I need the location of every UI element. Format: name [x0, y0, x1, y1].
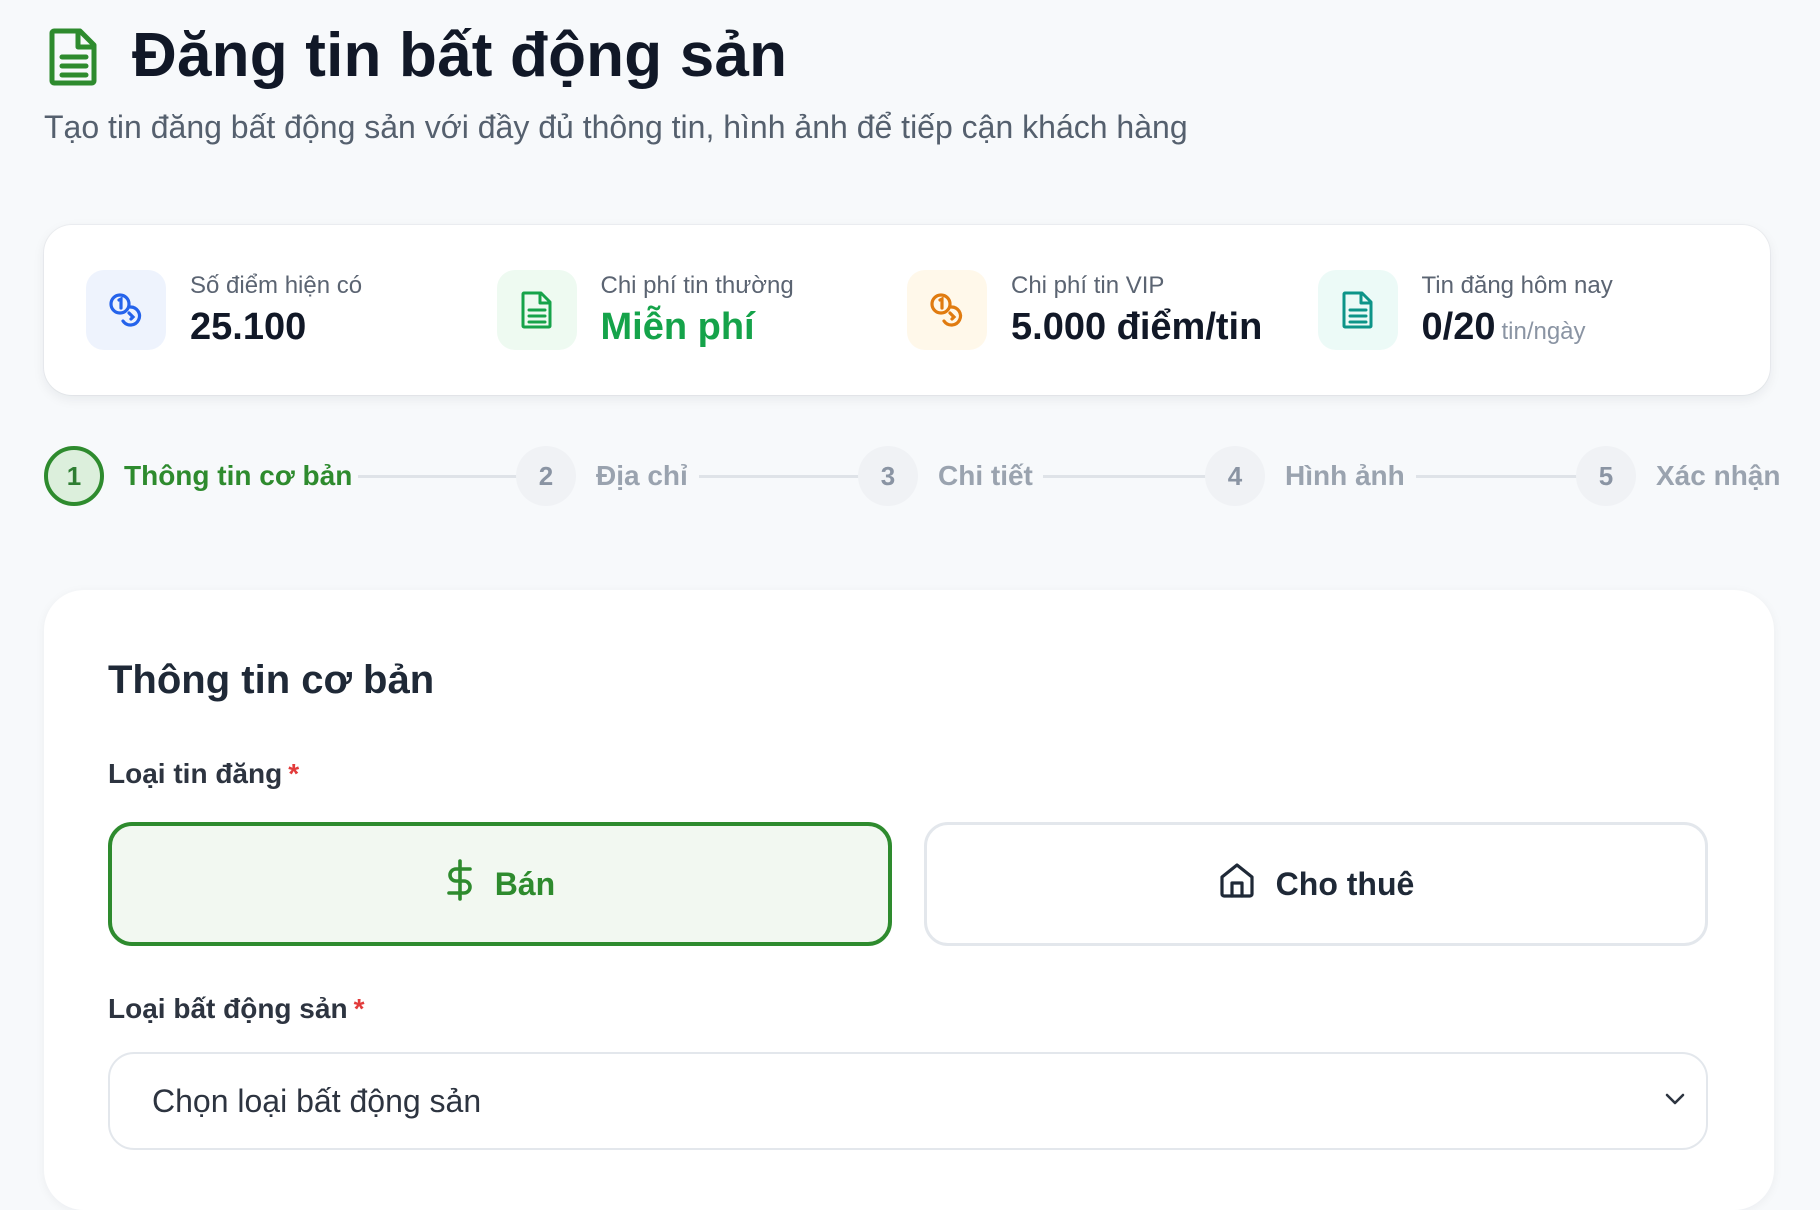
step-address[interactable]: 2 Địa chỉ — [516, 443, 688, 509]
coins-icon — [907, 270, 987, 350]
step-label: Xác nhận — [1656, 460, 1781, 491]
chevron-down-icon — [1664, 1092, 1686, 1111]
coins-icon — [86, 270, 166, 350]
stat-vip-cost-text: Chi phí tin VIP 5.000 điểm/tin — [1011, 272, 1262, 349]
step-number: 4 — [1205, 446, 1265, 506]
dollar-icon — [445, 859, 475, 909]
listing-type-rent-button[interactable]: Cho thuê — [924, 822, 1708, 946]
document-icon — [1317, 270, 1398, 350]
listing-type-rent-label: Cho thuê — [1275, 865, 1415, 902]
stat-value: 25.100 — [190, 305, 307, 348]
stat-points-text: Số điểm hiện có 25.100 — [190, 272, 362, 349]
stat-value: 0/20 tin/ngày — [1422, 306, 1613, 349]
stat-today-posts: Tin đăng hôm nay 0/20 tin/ngày — [1317, 270, 1729, 350]
stat-today-posts-text: Tin đăng hôm nay 0/20 tin/ngày — [1422, 272, 1613, 349]
property-type-select-value: Chọn loại bất động sản — [152, 1082, 482, 1119]
step-images[interactable]: 4 Hình ảnh — [1205, 443, 1405, 509]
page-header: Đăng tin bất động sản Tạo tin đăng bất đ… — [44, 20, 1776, 146]
step-number: 3 — [858, 446, 918, 506]
step-label: Địa chỉ — [596, 460, 688, 491]
step-connector — [358, 475, 530, 478]
step-number: 2 — [516, 446, 576, 506]
stat-normal-cost: Chi phí tin thường Miễn phí — [496, 270, 908, 350]
stat-value-number: 0/20 — [1421, 305, 1496, 348]
stats-card: Số điểm hiện có 25.100 Chi phí tin thườn… — [44, 225, 1770, 395]
page: Đăng tin bất động sản Tạo tin đăng bất đ… — [0, 0, 1820, 1210]
form-card: Thông tin cơ bản Loại tin đăng * Bán Cho … — [44, 590, 1774, 1210]
stat-label: Chi phí tin VIP — [1011, 271, 1165, 299]
step-confirm[interactable]: 5 Xác nhận — [1576, 443, 1780, 509]
section-title: Thông tin cơ bản — [108, 658, 435, 702]
stat-vip-cost: Chi phí tin VIP 5.000 điểm/tin — [907, 270, 1318, 350]
step-details[interactable]: 3 Chi tiết — [858, 443, 1033, 509]
step-label: Chi tiết — [938, 460, 1033, 491]
document-icon — [496, 270, 577, 350]
property-type-label: Loại bất động sản * — [108, 993, 364, 1025]
stat-value-suffix: tin/ngày — [1501, 317, 1586, 345]
step-label: Hình ảnh — [1285, 460, 1405, 491]
step-connector — [699, 475, 871, 478]
stat-value: Miễn phí — [600, 305, 755, 348]
document-icon — [44, 24, 104, 88]
home-icon — [1218, 861, 1256, 907]
listing-type-label: Loại tin đăng * — [108, 758, 299, 790]
step-number: 1 — [44, 446, 104, 506]
stat-label: Chi phí tin thường — [600, 271, 794, 299]
required-mark: * — [353, 993, 365, 1024]
page-title: Đăng tin bất động sản — [132, 21, 788, 90]
stat-value: 5.000 điểm/tin — [1011, 305, 1263, 348]
property-type-select[interactable]: Chọn loại bất động sản — [108, 1052, 1708, 1150]
stat-points: Số điểm hiện có 25.100 — [86, 270, 497, 350]
step-connector — [1416, 475, 1586, 478]
stepper: 1 Thông tin cơ bản 2 Địa chỉ 3 Chi tiết … — [44, 443, 1780, 509]
stat-label: Tin đăng hôm nay — [1421, 271, 1613, 299]
page-subtitle: Tạo tin đăng bất động sản với đầy đủ thô… — [44, 109, 1188, 145]
listing-type-sell-button[interactable]: Bán — [108, 822, 892, 946]
step-label: Thông tin cơ bản — [124, 460, 353, 491]
title-row: Đăng tin bất động sản — [44, 20, 1776, 91]
step-connector — [1043, 475, 1217, 478]
step-basic-info[interactable]: 1 Thông tin cơ bản — [44, 443, 352, 509]
stat-label: Số điểm hiện có — [190, 271, 363, 299]
step-number: 5 — [1576, 446, 1636, 506]
listing-type-sell-label: Bán — [494, 865, 556, 902]
stat-normal-cost-text: Chi phí tin thường Miễn phí — [601, 272, 794, 349]
required-mark: * — [288, 758, 300, 789]
listing-type-label-text: Loại tin đăng — [108, 758, 283, 789]
property-type-label-text: Loại bất động sản — [108, 993, 348, 1024]
